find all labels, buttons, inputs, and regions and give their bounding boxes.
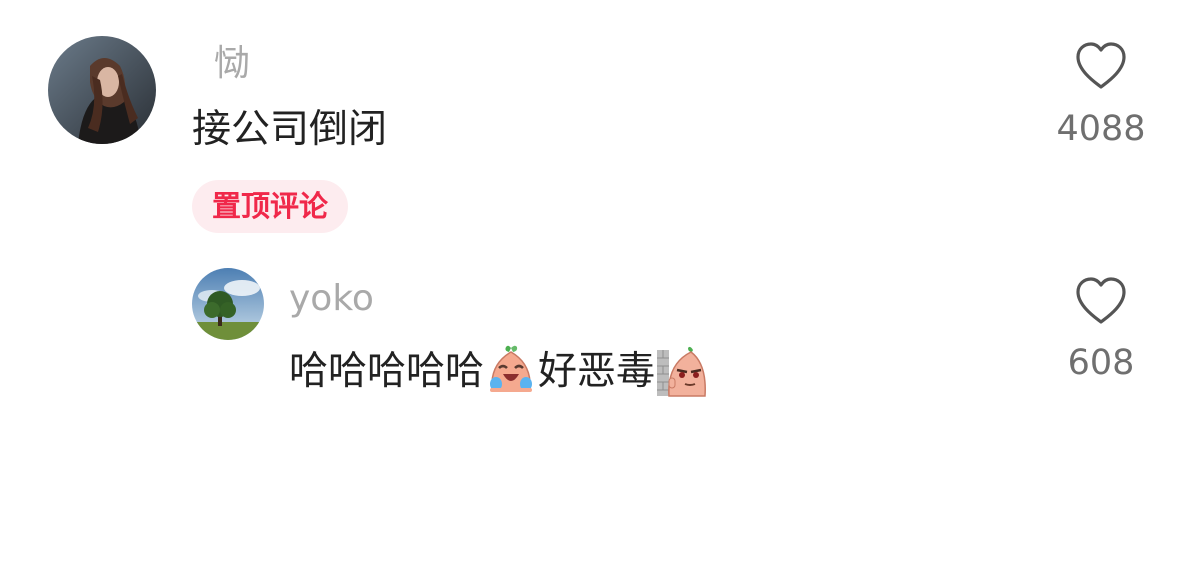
comment-text: 接公司倒闭 [192, 107, 388, 152]
avatar-image [48, 36, 156, 144]
like-count: 4088 [1056, 109, 1146, 149]
heart-outline-icon[interactable] [1074, 41, 1128, 91]
avatar[interactable] [48, 36, 156, 144]
crying-laughing-emoji [484, 344, 538, 398]
reply-avatar[interactable] [192, 268, 264, 340]
peeking-behind-wall-emoji [655, 344, 709, 398]
heart-outline-icon[interactable] [1074, 276, 1128, 326]
reply-text: 哈哈哈哈哈 好恶毒 [289, 344, 709, 398]
reply-text-part2: 好恶毒 [538, 348, 656, 394]
reply-username[interactable]: yoko [289, 281, 374, 317]
pinned-comment-badge: 置顶评论 [192, 180, 349, 233]
reply-like-count: 608 [1067, 343, 1135, 383]
reply-text-part1: 哈哈哈哈哈 [289, 348, 485, 394]
reply-avatar-image [192, 268, 264, 340]
comment-username[interactable]: 恸 [214, 46, 250, 82]
